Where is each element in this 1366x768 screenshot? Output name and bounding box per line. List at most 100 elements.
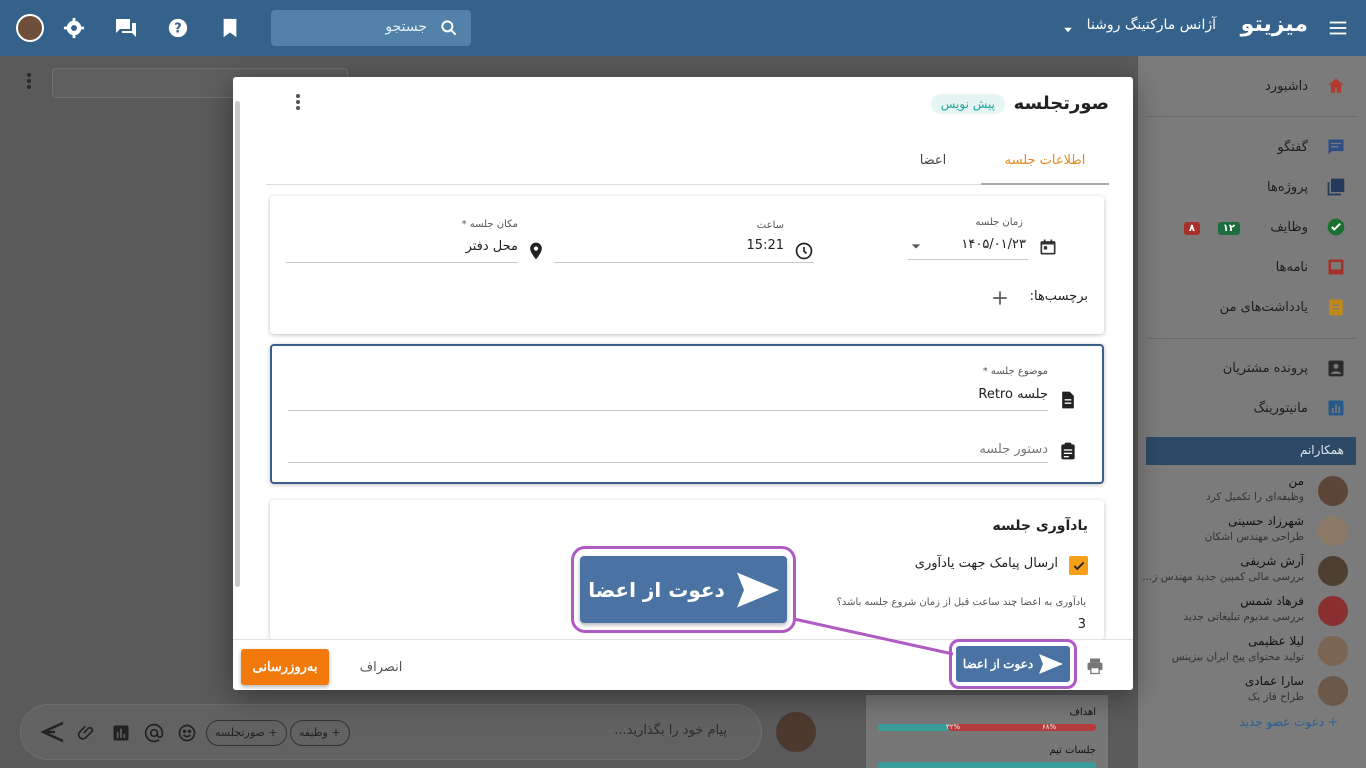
goals-bar xyxy=(878,724,1096,731)
send-icon[interactable] xyxy=(41,721,65,743)
member-name: شهرزاد حسینی xyxy=(1228,514,1304,528)
sidebar-item-label: مانیتورینگ xyxy=(1253,400,1308,416)
tab-members[interactable]: اعضا xyxy=(903,147,963,185)
location-underline xyxy=(286,262,518,263)
sidebar-item-label: پروژه‌ها xyxy=(1267,179,1308,195)
time-field[interactable]: 15:21 xyxy=(747,238,784,253)
meeting-info-card: زمان جلسه ۱۴۰۵/۰۱/۲۳ ساعت 15:21 مکان جلس… xyxy=(270,196,1104,334)
agenda-input[interactable]: دستور جلسه xyxy=(979,442,1048,457)
add-task-pill[interactable]: + وظیفه xyxy=(290,720,350,746)
more-vertical-icon[interactable] xyxy=(281,93,301,117)
notes-icon xyxy=(1326,297,1346,317)
clock-icon[interactable] xyxy=(794,241,814,261)
sidebar-item-dashboard[interactable]: داشبورد xyxy=(1150,71,1346,101)
menu-icon[interactable] xyxy=(1326,16,1350,40)
stats-panel: اهداف ۳۲% ۶۸% جلسات تیم xyxy=(866,695,1108,768)
meetings-bar xyxy=(878,762,1096,768)
meetings-label: جلسات تیم xyxy=(1049,745,1096,756)
member-status: بررسی مدیوم تبلیغاتی جدید xyxy=(1183,611,1304,623)
goals-teal-pct: ۳۲% xyxy=(946,723,961,731)
time-underline xyxy=(554,262,814,263)
subject-underline xyxy=(288,410,1048,411)
more-vertical-icon[interactable] xyxy=(20,72,32,92)
invite-members-button[interactable]: دعوت از اعضا xyxy=(956,646,1070,682)
avatar xyxy=(1318,476,1348,506)
zoom-invite-label: دعوت از اعضا xyxy=(588,577,725,602)
sidebar-item-chat[interactable]: گفتگو xyxy=(1150,132,1346,162)
emoji-icon[interactable] xyxy=(177,723,197,743)
sidebar-item-monitoring[interactable]: مانیتورینگ xyxy=(1150,393,1346,423)
member-status: تولید محتوای پیج ایران بیزینس xyxy=(1171,651,1304,663)
reminder-title: یادآوری جلسه xyxy=(992,518,1088,534)
divider xyxy=(1148,116,1356,117)
message-input[interactable]: پیام خود را بگذارید... xyxy=(614,723,727,738)
goals-label: اهداف xyxy=(1069,707,1096,718)
help-icon[interactable]: ? xyxy=(166,16,190,40)
sidebar-item-clients[interactable]: پرونده مشتریان xyxy=(1150,353,1346,383)
company-switcher[interactable]: آژانس مارکتینگ روشنا xyxy=(1087,17,1216,33)
user-avatar[interactable] xyxy=(16,14,44,42)
chevron-down-icon[interactable] xyxy=(906,236,926,256)
sidebar-item-tasks[interactable]: وظایف xyxy=(1150,212,1346,242)
sidebar-item-label: یادداشت‌های من xyxy=(1219,299,1308,315)
subject-input[interactable]: جلسه Retro xyxy=(978,387,1048,402)
invite-highlight: دعوت از اعضا xyxy=(949,639,1077,689)
date-field[interactable]: ۱۴۰۵/۰۱/۲۳ xyxy=(961,237,1026,252)
add-minutes-pill[interactable]: + صورتجلسه xyxy=(206,720,287,746)
member-item[interactable]: آرش شریفی بررسی مالی کمپین جدید مهندس ز..… xyxy=(1138,554,1348,592)
date-underline xyxy=(908,259,1028,260)
cancel-button[interactable]: انصراف xyxy=(349,649,413,685)
goals-bar-red xyxy=(947,724,1096,731)
member-status: طراح فاز یک xyxy=(1247,691,1304,703)
message-composer[interactable]: پیام خود را بگذارید... + وظیفه + صورتجلس… xyxy=(20,704,762,760)
invite-member-label: دعوت عضو جدید xyxy=(1239,715,1325,729)
colleagues-header: همکارانم xyxy=(1146,437,1356,465)
member-item[interactable]: من وظیفه‌ای را تکمیل کرد xyxy=(1138,474,1348,512)
brand-logo[interactable]: میزیتو xyxy=(1241,12,1308,37)
goals-red-pct: ۶۸% xyxy=(1042,723,1057,731)
print-icon[interactable] xyxy=(1085,656,1105,676)
update-button[interactable]: به‌روزرسانی xyxy=(241,649,329,685)
send-icon xyxy=(736,572,779,607)
attach-icon[interactable] xyxy=(77,723,97,743)
agenda-underline xyxy=(288,462,1048,463)
search-icon xyxy=(437,16,461,40)
tab-meeting-info[interactable]: اطلاعات جلسه xyxy=(981,147,1109,185)
sidebar: داشبورد گفتگو پروژه‌ها وظایف ۱۲ ۸ نامه‌ه… xyxy=(1138,56,1366,768)
tasks-icon xyxy=(1326,217,1346,237)
location-field[interactable]: محل دفتر xyxy=(466,239,518,254)
add-tag-icon[interactable] xyxy=(990,288,1010,308)
invite-new-member-link[interactable]: + دعوت عضو جدید xyxy=(1239,715,1338,729)
chart-icon[interactable] xyxy=(111,723,131,743)
member-item[interactable]: سارا عمادی طراح فاز یک xyxy=(1138,674,1348,712)
member-item[interactable]: شهرزاد حسینی طراحی مهندس اشکان xyxy=(1138,514,1348,552)
bookmark-icon[interactable] xyxy=(218,16,242,40)
avatar xyxy=(1318,636,1348,666)
top-bar: میزیتو آژانس مارکتینگ روشنا جستجو ? xyxy=(0,0,1366,56)
dialog-footer: به‌روزرسانی انصراف دعوت از اعضا xyxy=(233,639,1133,690)
calendar-icon[interactable] xyxy=(1038,237,1058,257)
date-label: زمان جلسه xyxy=(975,217,1023,228)
send-icon xyxy=(1039,654,1064,674)
home-icon xyxy=(1326,76,1346,96)
member-item[interactable]: لیلا عظیمی تولید محتوای پیج ایران بیزینس xyxy=(1138,634,1348,672)
sidebar-item-projects[interactable]: پروژه‌ها xyxy=(1150,172,1346,202)
mention-icon[interactable] xyxy=(144,723,164,743)
subject-label: موضوع جلسه * xyxy=(982,366,1048,377)
messages-icon[interactable] xyxy=(114,16,138,40)
gear-icon[interactable] xyxy=(62,16,86,40)
document-icon xyxy=(1062,391,1074,409)
sidebar-item-notes[interactable]: یادداشت‌های من xyxy=(1150,292,1346,322)
dialog-tabs: اطلاعات جلسه اعضا xyxy=(266,147,1109,185)
time-label: ساعت xyxy=(756,220,784,231)
clipboard-icon xyxy=(1061,442,1075,460)
member-item[interactable]: فرهاد شمس بررسی مدیوم تبلیغاتی جدید xyxy=(1138,594,1348,632)
sms-reminder-checkbox[interactable] xyxy=(1069,556,1088,575)
member-status: بررسی مالی کمپین جدید مهندس ز... xyxy=(1142,571,1304,583)
monitoring-icon xyxy=(1326,398,1346,418)
chevron-down-icon[interactable] xyxy=(1056,18,1080,42)
avatar xyxy=(1318,676,1348,706)
scrollbar[interactable] xyxy=(235,101,240,587)
sidebar-item-letters[interactable]: نامه‌ها xyxy=(1150,252,1346,282)
reminder-hours-input[interactable]: 3 xyxy=(1078,617,1086,632)
